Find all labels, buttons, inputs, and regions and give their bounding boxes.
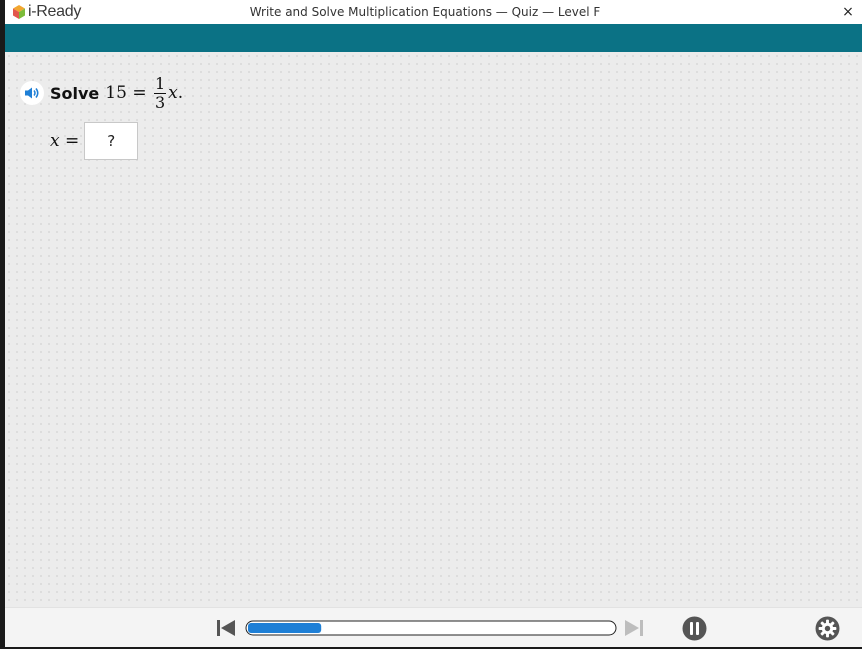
answer-label: x = [50,131,79,151]
title-bar: i-Ready Write and Solve Multiplication E… [5,0,862,24]
skip-forward-icon[interactable] [623,617,645,639]
equation-equals: = [132,82,147,103]
equation-period: . [177,82,184,103]
answer-variable: x [50,131,60,151]
app-window: i-Ready Write and Solve Multiplication E… [5,0,862,647]
fraction-numerator: 1 [153,73,167,94]
equation-lhs: 15 [105,82,127,103]
question-instruction: Solve [50,83,100,103]
close-button[interactable]: × [840,3,856,21]
question-prompt: Solve 15 = 1 3 x. [50,72,183,114]
audio-button[interactable] [20,81,44,105]
equation-variable: x [168,82,178,103]
skip-back-icon[interactable] [215,617,237,639]
progress-fill [248,623,322,633]
equation: 15 = 1 3 x. [105,73,184,112]
fraction-denominator: 3 [154,92,166,112]
header-bar [5,24,862,52]
question-area: Solve 15 = 1 3 x. x = ? [5,52,862,607]
fraction: 1 3 [153,73,167,112]
answer-equals: = [65,131,80,151]
progress-bar [245,620,617,636]
bottom-toolbar [5,607,862,647]
gear-icon[interactable] [815,616,840,641]
answer-input[interactable]: ? [84,122,139,160]
answer-row: x = ? [50,122,139,160]
pause-icon[interactable] [682,616,707,641]
window-title: Write and Solve Multiplication Equations… [249,5,601,19]
speaker-icon [25,87,39,99]
